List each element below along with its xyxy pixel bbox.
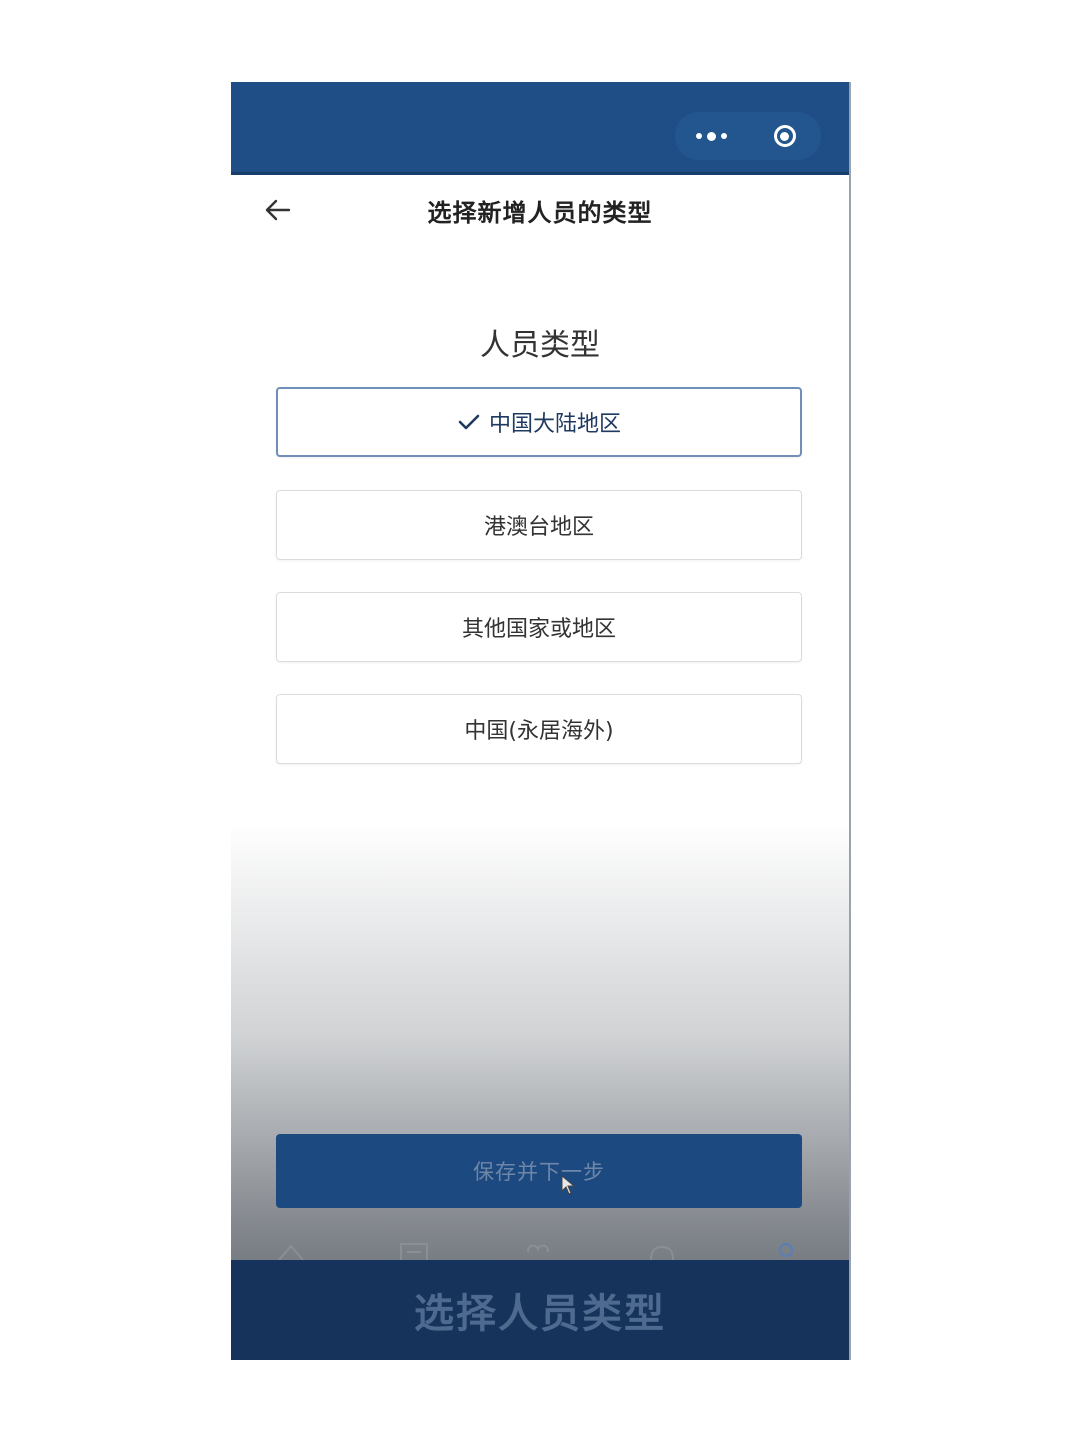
option-label: 港澳台地区 <box>483 515 594 540</box>
mouse-cursor-icon <box>561 1175 576 1195</box>
video-caption: 选择人员类型 <box>231 1260 849 1360</box>
section-title: 人员类型 <box>480 328 600 363</box>
option-label: 其他国家或地区 <box>461 617 616 642</box>
dot <box>721 133 727 139</box>
ring-core <box>780 131 789 141</box>
user-icon[interactable] <box>771 1238 801 1262</box>
document-icon[interactable] <box>399 1238 429 1262</box>
save-next-button[interactable]: 保存并下一步 <box>276 1134 802 1208</box>
more-dots-icon[interactable] <box>675 112 748 160</box>
bottom-tab-bar <box>231 1232 849 1262</box>
dot <box>707 131 716 141</box>
home-icon[interactable] <box>276 1238 306 1262</box>
check-icon <box>458 414 480 430</box>
message-icon[interactable] <box>647 1238 677 1262</box>
option-other-countries[interactable]: 其他国家或地区 <box>276 592 802 662</box>
dot <box>696 133 702 139</box>
heart-icon[interactable] <box>523 1238 553 1262</box>
option-overseas-resident[interactable]: 中国(永居海外) <box>276 694 802 764</box>
option-label: 中国大陆地区 <box>488 412 621 437</box>
option-label: 中国(永居海外) <box>464 719 614 744</box>
page-title: 选择新增人员的类型 <box>427 199 653 227</box>
phone-screen: 选择新增人员的类型 人员类型 中国大陆地区 港澳台地区 其他国家或地区 中国(永… <box>231 82 851 1360</box>
status-header-bar <box>231 82 849 175</box>
option-mainland[interactable]: 中国大陆地区 <box>276 387 802 457</box>
navigation-bar: 选择新增人员的类型 <box>231 175 849 245</box>
ring <box>773 125 796 147</box>
option-hk-macao-taiwan[interactable]: 港澳台地区 <box>276 490 802 560</box>
target-circle-icon[interactable] <box>748 112 821 160</box>
mini-program-capsule <box>675 112 821 160</box>
